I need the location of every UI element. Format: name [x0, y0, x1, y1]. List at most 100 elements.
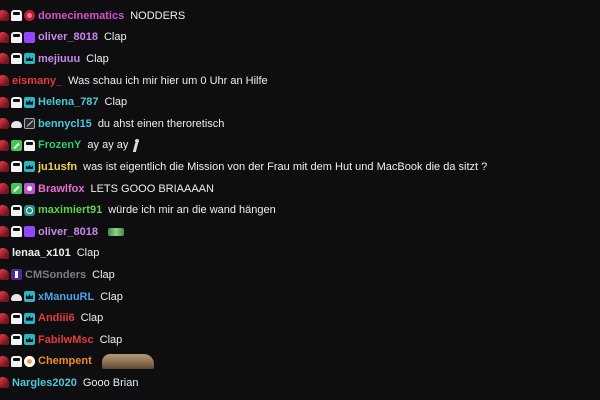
big-emote[interactable] [101, 353, 154, 369]
chat-username[interactable]: oliver_8018 [38, 31, 98, 43]
chat-username[interactable]: Nargles2020 [12, 377, 77, 389]
hat-icon[interactable] [11, 312, 22, 324]
sub-icon[interactable] [0, 226, 9, 238]
prime-gem-icon[interactable] [24, 226, 35, 238]
chat-username[interactable]: FabilwMsc [38, 334, 94, 346]
chat-username[interactable]: Chempent [38, 355, 92, 367]
badge-list [0, 312, 37, 324]
chat-username[interactable]: Helena_787 [38, 96, 99, 108]
chat-message: Nargles2020 Gooo Brian [0, 372, 600, 394]
sub-icon[interactable] [0, 96, 9, 108]
chat-message-text: Clap [80, 312, 104, 325]
badge-list [0, 53, 37, 65]
sub-icon[interactable] [0, 291, 9, 303]
badge-list [0, 96, 37, 108]
chat-message: maximiert91 würde ich mir an die wand hän… [0, 199, 600, 221]
small-emote[interactable] [107, 227, 124, 236]
hat-icon[interactable] [24, 139, 35, 151]
sub-icon[interactable] [0, 247, 9, 259]
sub-icon[interactable] [0, 75, 9, 87]
badge-list [0, 226, 37, 238]
badge-list [0, 247, 11, 259]
heart-icon[interactable] [24, 10, 35, 22]
chat-username[interactable]: domecinematics [38, 10, 124, 22]
badge-list [0, 118, 37, 130]
chat-message: FabilwMsc Clap [0, 329, 600, 351]
chat-message: Brawlfox LETS GOOO BRIAAAAN [0, 178, 600, 200]
chat-username[interactable]: eismany_ [12, 75, 62, 87]
orange-dot-icon[interactable] [24, 355, 35, 367]
sub-icon[interactable] [0, 377, 9, 389]
cloud-icon[interactable] [11, 118, 22, 129]
sub-icon[interactable] [0, 53, 9, 65]
crown-icon[interactable] [24, 291, 35, 303]
crown-icon[interactable] [24, 161, 35, 173]
sub-icon[interactable] [0, 312, 9, 324]
badge-list [0, 139, 37, 151]
chat-username[interactable]: CMSonders [25, 269, 86, 281]
chat-message: eismany_ Was schau ich mir hier um 0 Uhr … [0, 70, 600, 92]
chat-message-text: NODDERS [130, 9, 186, 22]
chat-username[interactable]: mejiuuu [38, 53, 80, 65]
chat-username[interactable]: Brawlfox [38, 183, 84, 195]
sub-icon[interactable] [0, 139, 9, 151]
hat-icon[interactable] [11, 96, 22, 108]
chat-message-text: du ahst einen theroretisch [97, 117, 225, 130]
crown-icon[interactable] [24, 312, 35, 324]
chat-message: domecinematics NODDERS [0, 5, 600, 27]
sub-icon[interactable] [0, 161, 9, 173]
pencil-icon[interactable] [11, 183, 22, 195]
sub-icon[interactable] [0, 269, 9, 281]
sub-icon[interactable] [0, 334, 9, 346]
chat-username[interactable]: lenaa_x101 [12, 247, 71, 259]
sub-icon[interactable] [0, 204, 9, 216]
crown-icon[interactable] [24, 53, 35, 65]
chat-message-text: Clap [99, 333, 123, 346]
chat-message: Chempent [0, 351, 600, 373]
hat-icon[interactable] [11, 204, 22, 216]
chat-username[interactable]: oliver_8018 [38, 226, 98, 238]
chat-message: Andiii6 Clap [0, 307, 600, 329]
crown-icon[interactable] [24, 96, 35, 108]
chat-username[interactable]: bennycl15 [38, 118, 92, 130]
sub-icon[interactable] [0, 10, 9, 22]
chat-message: CMSonders Clap [0, 264, 600, 286]
ring-icon[interactable] [24, 204, 35, 216]
no-audio-icon[interactable] [24, 118, 35, 130]
hat-icon[interactable] [11, 161, 22, 173]
chat-username[interactable]: ju1usfn [38, 161, 77, 173]
pencil-icon[interactable] [11, 139, 22, 151]
badge-list [0, 204, 37, 216]
walk-emote[interactable] [132, 138, 141, 152]
chat-username[interactable]: FrozenY [38, 139, 81, 151]
chat-message: ju1usfn was ist eigentlich die Mission vo… [0, 156, 600, 178]
sub-icon[interactable] [0, 31, 9, 43]
figure-icon[interactable] [11, 269, 22, 281]
sub-icon[interactable] [0, 183, 9, 195]
hat-icon[interactable] [11, 355, 22, 367]
sub-icon[interactable] [0, 355, 9, 367]
chat-message-text: Clap [76, 247, 100, 260]
badge-list [0, 31, 37, 43]
chat-username[interactable]: xManuuRL [38, 291, 94, 303]
hat-icon[interactable] [11, 10, 22, 22]
chat-message-text: Clap [86, 52, 109, 65]
chat-message: mejiuuu Clap [0, 48, 600, 70]
sub-icon[interactable] [0, 118, 9, 130]
chat-message-text: ay ay ay [87, 139, 129, 152]
badge-list [0, 161, 37, 173]
hat-icon[interactable] [11, 226, 22, 238]
crown-icon[interactable] [24, 334, 35, 346]
hat-icon[interactable] [11, 334, 22, 346]
heart-pink-icon[interactable] [24, 183, 35, 195]
chat-message-list: domecinematics NODDERS oliver_8018 Clap meji… [0, 0, 600, 400]
chat-message: oliver_8018 [0, 221, 600, 243]
chat-message: oliver_8018 Clap [0, 27, 600, 49]
chat-message-text: Clap [92, 268, 115, 281]
cloud-icon[interactable] [11, 291, 22, 302]
chat-username[interactable]: maximiert91 [38, 204, 102, 216]
hat-icon[interactable] [11, 53, 22, 65]
chat-username[interactable]: Andiii6 [38, 312, 75, 324]
hat-icon[interactable] [11, 31, 22, 43]
prime-gem-icon[interactable] [24, 31, 35, 43]
